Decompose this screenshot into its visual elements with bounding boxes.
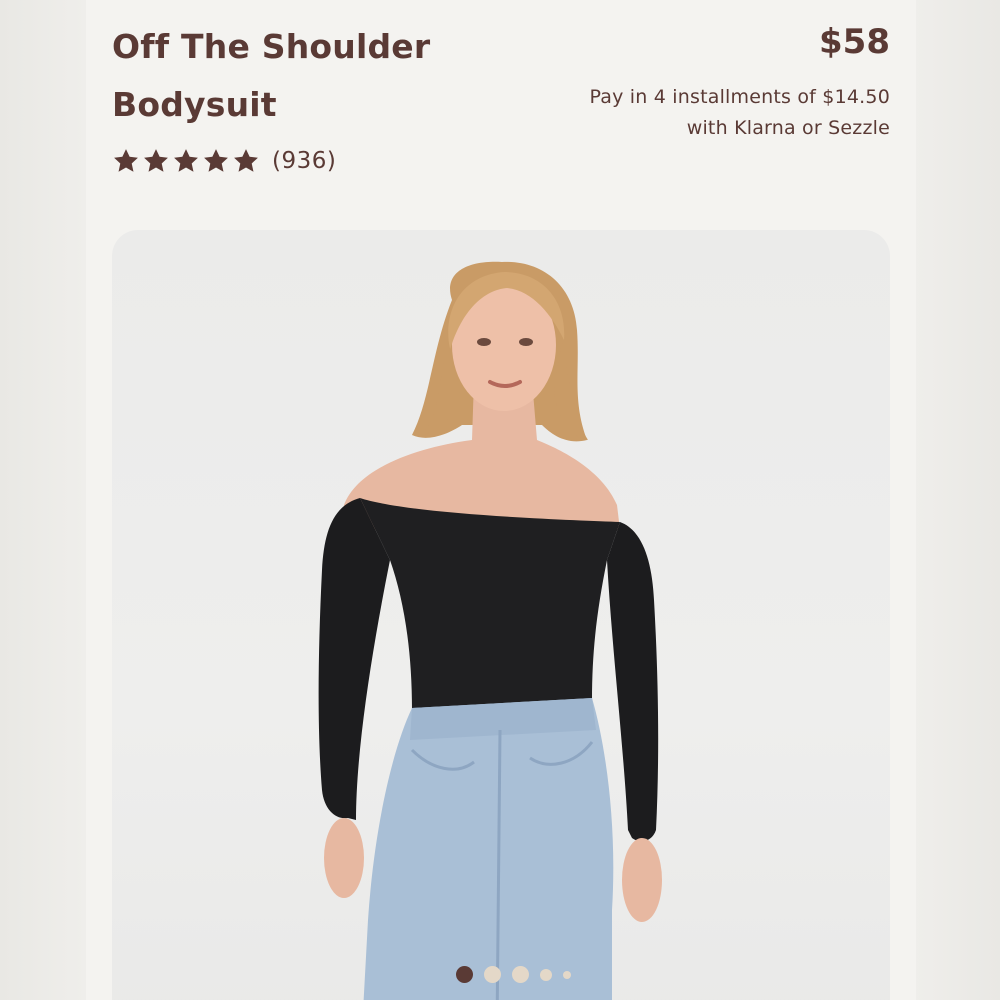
product-image-carousel[interactable]	[112, 230, 890, 1000]
carousel-dot[interactable]	[563, 970, 571, 979]
product-title-line1: Off The Shoulder	[112, 27, 431, 66]
product-card: Off The Shoulder Bodysuit (936) $58 Pay …	[86, 0, 916, 1000]
star-icon	[204, 149, 228, 172]
installments-line2: with Klarna or Sezzle	[686, 117, 890, 139]
product-title: Off The Shoulder Bodysuit	[112, 18, 532, 134]
carousel-dot[interactable]	[456, 966, 473, 983]
page-edge-right	[914, 0, 1000, 1000]
star-icon	[234, 149, 258, 172]
product-price: $58	[819, 22, 890, 62]
page-edge-left	[0, 0, 86, 1000]
star-icon	[174, 149, 198, 172]
product-title-line2: Bodysuit	[112, 85, 277, 124]
carousel-dots	[456, 966, 571, 983]
model-photo	[318, 261, 662, 1000]
carousel-dot[interactable]	[540, 968, 552, 981]
star-icon	[144, 149, 168, 172]
star-icon	[114, 149, 138, 172]
carousel-dot[interactable]	[484, 966, 501, 983]
installments-line1: Pay in 4 installments of $14.50	[589, 86, 890, 108]
installments-info: Pay in 4 installments of $14.50 with Kla…	[530, 82, 890, 144]
review-count[interactable]: (936)	[272, 148, 336, 174]
product-rating[interactable]: (936)	[112, 144, 336, 178]
rating-stars	[112, 147, 260, 175]
carousel-dot[interactable]	[512, 966, 529, 983]
